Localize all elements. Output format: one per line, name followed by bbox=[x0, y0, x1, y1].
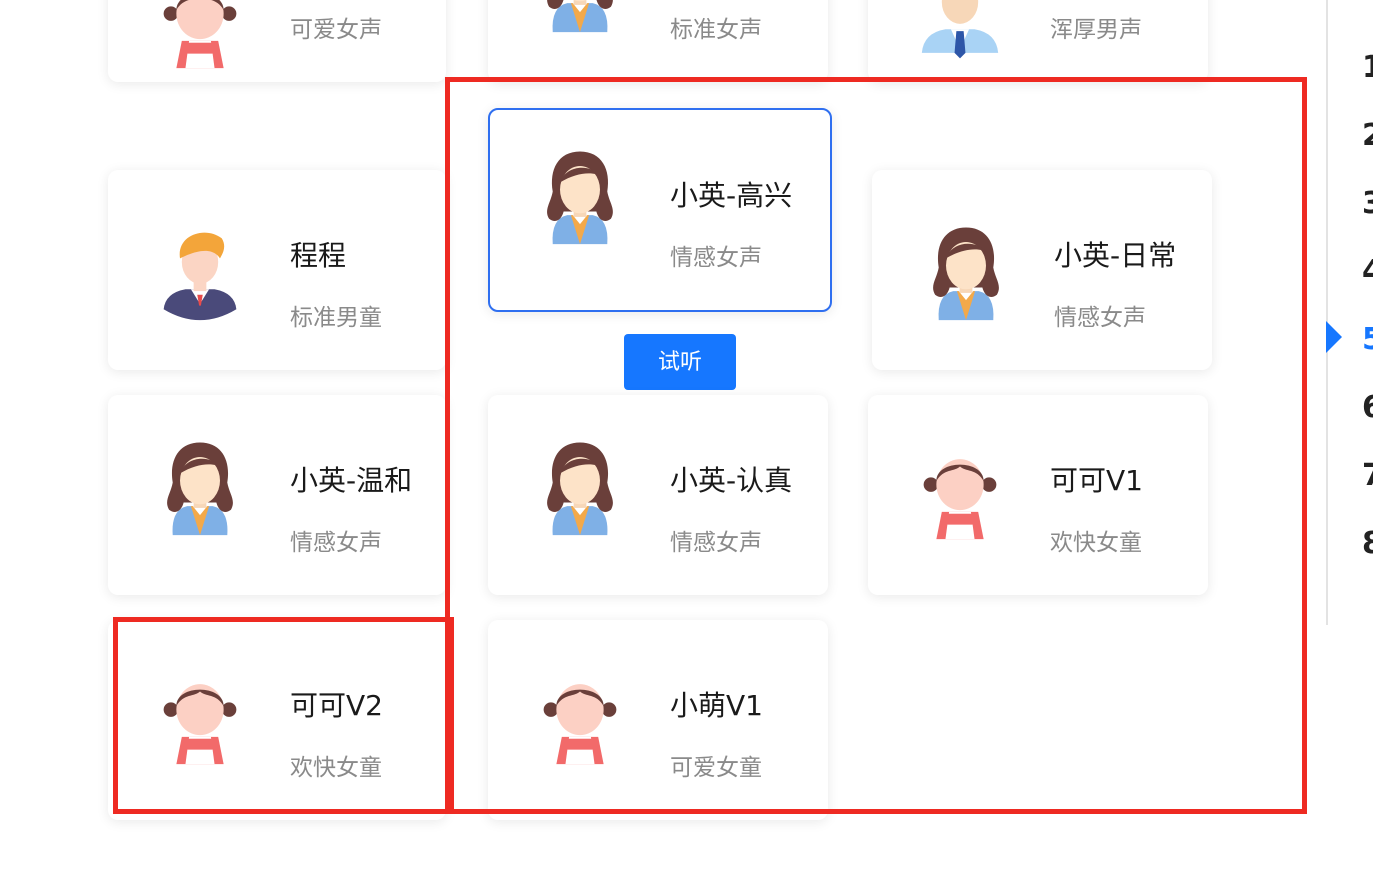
index-item-3[interactable]: 3 bbox=[1362, 186, 1373, 221]
index-item-6[interactable]: 6 bbox=[1362, 390, 1373, 425]
woman-avatar-icon bbox=[532, 437, 628, 537]
index-item-1[interactable]: 1 bbox=[1362, 50, 1373, 85]
voice-name: 小英-认真 bbox=[670, 464, 793, 497]
voice-description: 浑厚男声 bbox=[1050, 17, 1142, 43]
voice-description: 可爱女声 bbox=[290, 17, 382, 43]
index-item-8[interactable]: 8 bbox=[1362, 526, 1373, 561]
index-item-4[interactable]: 4 bbox=[1362, 254, 1373, 289]
woman-avatar-icon bbox=[918, 222, 1014, 322]
voice-card[interactable]: 浑厚男声 bbox=[868, 0, 1208, 82]
girl-avatar-icon bbox=[912, 441, 1008, 541]
voice-card[interactable]: 可可V1 欢快女童 bbox=[868, 395, 1208, 595]
index-nav-divider bbox=[1326, 0, 1328, 625]
voice-description: 欢快女童 bbox=[290, 755, 382, 781]
voice-name: 小萌V1 bbox=[670, 689, 763, 722]
girl-avatar-icon bbox=[532, 666, 628, 766]
voice-card[interactable]: 标准女声 bbox=[488, 0, 828, 82]
voice-card[interactable]: 程程 标准男童 bbox=[108, 170, 446, 370]
girl-avatar-icon bbox=[152, 0, 248, 70]
voice-description: 情感女声 bbox=[290, 530, 382, 556]
voice-name: 小英-日常 bbox=[1054, 239, 1177, 272]
try-listen-button[interactable]: 试听 bbox=[624, 334, 736, 390]
voice-description: 情感女声 bbox=[670, 530, 762, 556]
voice-name: 小英-温和 bbox=[290, 464, 413, 497]
index-item-7[interactable]: 7 bbox=[1362, 458, 1373, 493]
man-avatar-icon bbox=[912, 0, 1008, 62]
woman-avatar-icon bbox=[152, 437, 248, 537]
voice-name: 小英-高兴 bbox=[670, 179, 793, 212]
voice-card[interactable]: 小英-认真 情感女声 bbox=[488, 395, 828, 595]
voice-description: 可爱女童 bbox=[670, 755, 762, 781]
voice-name: 可可V2 bbox=[290, 689, 383, 722]
woman-avatar-icon bbox=[532, 146, 628, 246]
voice-card[interactable]: 可爱女声 bbox=[108, 0, 446, 82]
voice-selector-page: 可爱女声 标准女声 浑厚男声 程程 标准男童 小英-高兴 情感女声 试听 小英-… bbox=[0, 0, 1373, 875]
voice-description: 情感女声 bbox=[1054, 305, 1146, 331]
voice-name: 程程 bbox=[290, 239, 347, 272]
voice-description: 标准女声 bbox=[670, 17, 762, 43]
voice-description: 标准男童 bbox=[290, 305, 382, 331]
voice-description: 欢快女童 bbox=[1050, 530, 1142, 556]
voice-card[interactable]: 可可V2 欢快女童 bbox=[108, 620, 446, 820]
boy-avatar-icon bbox=[152, 222, 248, 322]
index-item-5[interactable]: 5 bbox=[1362, 322, 1373, 357]
index-item-2[interactable]: 2 bbox=[1362, 118, 1373, 153]
voice-card[interactable]: 小英-日常 情感女声 bbox=[872, 170, 1212, 370]
girl-avatar-icon bbox=[152, 666, 248, 766]
voice-description: 情感女声 bbox=[670, 245, 762, 271]
voice-name: 可可V1 bbox=[1050, 464, 1143, 497]
voice-card[interactable]: 小英-温和 情感女声 bbox=[108, 395, 446, 595]
voice-card[interactable]: 小萌V1 可爱女童 bbox=[488, 620, 828, 820]
active-index-marker-icon bbox=[1326, 321, 1342, 353]
voice-card-selected[interactable]: 小英-高兴 情感女声 bbox=[488, 108, 832, 312]
woman-avatar-icon bbox=[532, 0, 628, 34]
